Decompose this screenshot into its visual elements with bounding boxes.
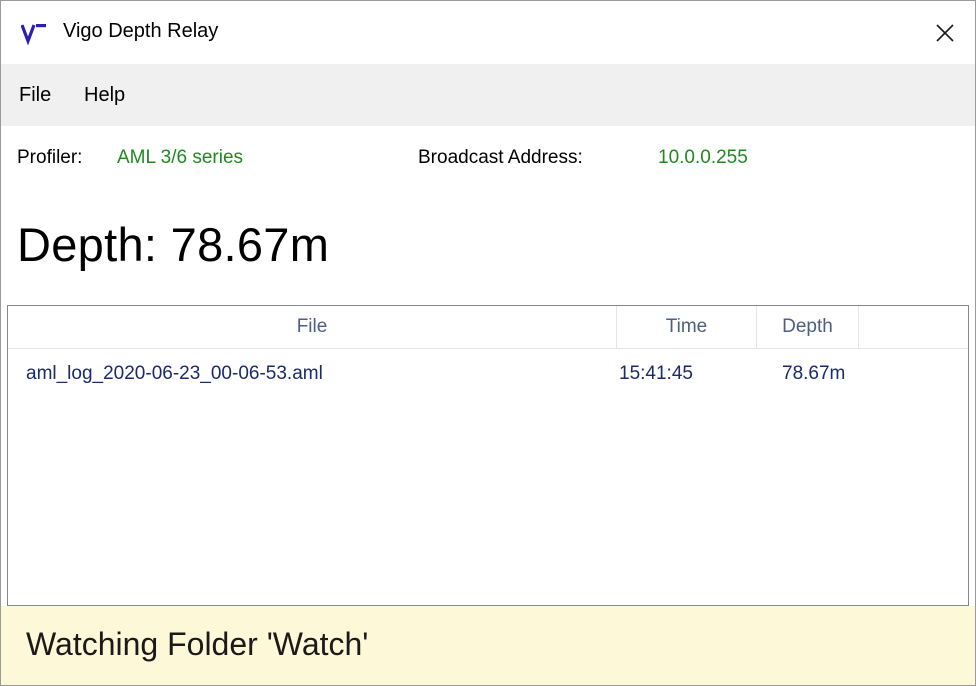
close-icon [936, 23, 954, 42]
vigo-logo-icon [21, 24, 46, 45]
menu-bar: File Help [1, 64, 975, 126]
profiler-label: Profiler: [17, 147, 83, 168]
column-header-time[interactable]: Time [617, 306, 757, 348]
row-time: 15:41:45 [619, 363, 693, 384]
depth-readout: Depth: 78.67m [17, 218, 330, 271]
table-row[interactable]: aml_log_2020-06-23_00-06-53.aml 15:41:45… [8, 356, 968, 392]
profiler-value: AML 3/6 series [117, 147, 244, 168]
window-title: Vigo Depth Relay [63, 20, 219, 42]
menu-file[interactable]: File [19, 84, 51, 107]
column-header-file[interactable]: File [8, 306, 617, 348]
status-bar: Watching Folder 'Watch' [1, 606, 975, 685]
column-header-depth[interactable]: Depth [757, 306, 859, 348]
close-button[interactable] [915, 1, 975, 64]
menu-help[interactable]: Help [84, 84, 125, 107]
status-text: Watching Folder 'Watch' [26, 626, 369, 662]
broadcast-address-value: 10.0.0.255 [658, 147, 748, 168]
list-header: File Time Depth [8, 306, 968, 349]
title-bar[interactable]: Vigo Depth Relay [1, 1, 975, 64]
main-window: Vigo Depth Relay File Help Profiler: AML… [0, 0, 976, 686]
file-list[interactable]: File Time Depth aml_log_2020-06-23_00-06… [7, 305, 969, 606]
row-file: aml_log_2020-06-23_00-06-53.aml [26, 363, 323, 384]
broadcast-address-label: Broadcast Address: [418, 147, 583, 168]
row-depth: 78.67m [782, 363, 846, 384]
